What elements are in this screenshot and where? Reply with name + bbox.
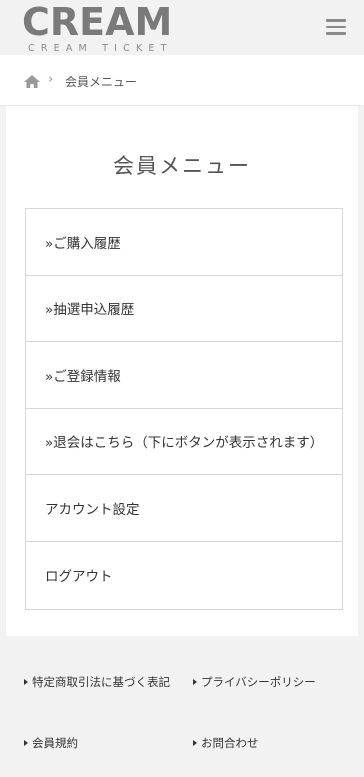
footer-link-member-terms[interactable]: 会員規約 [24,735,78,751]
triangle-right-icon [24,740,28,746]
menu-item-lottery-history[interactable]: »抽選申込履歴 [26,276,342,342]
menu-item-purchase-history[interactable]: »ご購入履歴 [26,209,342,276]
site-header: CREAM CREAM TICKET [0,0,364,55]
breadcrumb-separator: › [48,72,54,87]
triangle-right-icon [193,740,197,746]
menu-item-logout[interactable]: ログアウト [26,542,342,609]
breadcrumb: › 会員メニュー [0,55,364,106]
footer-link-label: 特定商取引法に基づく表記 [32,675,170,689]
menu-item-withdraw[interactable]: »退会はこちら（下にボタンが表示されます） [26,409,342,475]
page-title: 会員メニュー [113,154,251,178]
triangle-right-icon [24,679,28,685]
footer-link-label: お問合わせ [201,736,259,750]
logo-wordmark: CREAM [22,0,173,44]
cream-ticket-logo[interactable]: CREAM CREAM TICKET [22,3,173,54]
footer-link-privacy-policy[interactable]: プライバシーポリシー [193,674,316,690]
breadcrumb-current: 会員メニュー [65,75,138,89]
hamburger-menu-icon[interactable] [326,19,346,35]
menu-item-account-settings[interactable]: アカウント設定 [26,475,342,542]
footer-link-commercial-law[interactable]: 特定商取引法に基づく表記 [24,674,170,690]
footer-link-contact[interactable]: お問合わせ [193,735,259,751]
home-icon[interactable] [24,75,40,88]
footer-link-label: 会員規約 [32,736,78,750]
footer-link-label: プライバシーポリシー [201,675,316,689]
member-menu-list: »ご購入履歴 »抽選申込履歴 »ご登録情報 »退会はこちら（下にボタンが表示され… [25,208,343,610]
logo-subtitle: CREAM TICKET [28,43,173,54]
member-menu-panel: 会員メニュー »ご購入履歴 »抽選申込履歴 »ご登録情報 »退会はこちら（下にボ… [6,106,358,636]
menu-item-registration-info[interactable]: »ご登録情報 [26,342,342,409]
site-footer: 特定商取引法に基づく表記 プライバシーポリシー 会員規約 お問合わせ [0,636,364,777]
triangle-right-icon [193,679,197,685]
